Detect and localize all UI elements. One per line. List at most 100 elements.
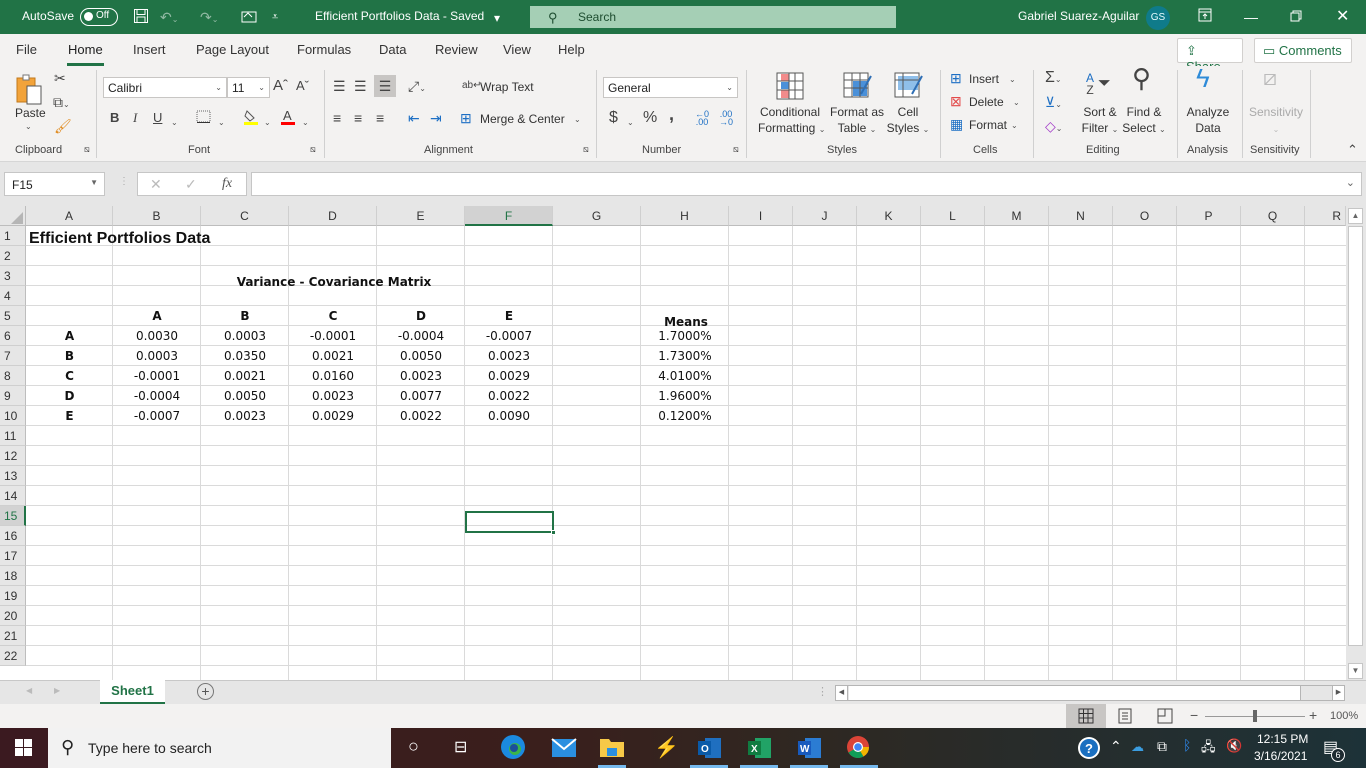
matrix-col-header[interactable]: A: [113, 306, 201, 326]
number-launcher-icon[interactable]: ⧅: [733, 144, 739, 155]
paste-dropdown-icon[interactable]: ⌄: [25, 122, 32, 131]
matrix-row-header[interactable]: E: [26, 406, 113, 426]
column-header-q[interactable]: Q: [1241, 206, 1305, 226]
expand-formula-bar-icon[interactable]: ⌄: [1346, 176, 1355, 189]
volume-muted-icon[interactable]: 🔇: [1226, 738, 1242, 754]
select-all-corner[interactable]: [0, 206, 26, 226]
vertical-scrollbar[interactable]: ▲ ▼: [1346, 206, 1366, 680]
windows-start-icon[interactable]: [15, 739, 32, 761]
analyze-data-icon[interactable]: ϟ: [1196, 65, 1210, 91]
row-header-5[interactable]: 5: [0, 306, 26, 326]
column-header-l[interactable]: L: [921, 206, 985, 226]
search-box[interactable]: ⚲ Search: [530, 6, 896, 28]
find-select-button[interactable]: Find & Select ⌄: [1122, 104, 1166, 138]
matrix-cell[interactable]: 0.0023: [201, 406, 289, 426]
merge-center-icon[interactable]: ⊞: [460, 110, 472, 126]
show-hidden-icons[interactable]: ⌃: [1110, 738, 1122, 755]
edge-icon[interactable]: [500, 734, 526, 765]
font-color-dropdown-icon[interactable]: ⌄: [302, 115, 309, 131]
matrix-col-header[interactable]: D: [377, 306, 465, 326]
column-header-b[interactable]: B: [113, 206, 201, 226]
matrix-cell[interactable]: 0.0023: [465, 346, 553, 366]
row-header-10[interactable]: 10: [0, 406, 26, 426]
row-header-4[interactable]: 4: [0, 286, 26, 306]
worksheet-grid[interactable]: ABCDEFGHIJKLMNOPQR 1 2 3 4 5 6 7 8 9 10 11 12 13 14 15…: [0, 206, 1366, 686]
column-header-m[interactable]: M: [985, 206, 1049, 226]
restore-icon[interactable]: [1290, 8, 1302, 26]
matrix-col-header[interactable]: B: [201, 306, 289, 326]
onedrive-icon[interactable]: ☁: [1131, 739, 1144, 755]
row-header-21[interactable]: 21: [0, 626, 26, 646]
top-align-icon[interactable]: ☰: [333, 78, 346, 94]
zoom-out-icon[interactable]: −: [1190, 707, 1198, 723]
row-header-1[interactable]: 1: [0, 226, 26, 246]
matrix-row-header[interactable]: B: [26, 346, 113, 366]
row-header-20[interactable]: 20: [0, 606, 26, 626]
matrix-cell[interactable]: 0.0050: [377, 346, 465, 366]
font-color-icon[interactable]: A: [280, 108, 296, 129]
font-launcher-icon[interactable]: ⧅: [310, 144, 316, 155]
matrix-col-header[interactable]: E: [465, 306, 553, 326]
column-header-e[interactable]: E: [377, 206, 465, 226]
format-cells-button[interactable]: Format: [969, 118, 1007, 132]
fill-handle[interactable]: [551, 530, 556, 535]
wrap-text-icon[interactable]: ab↵: [462, 78, 482, 94]
name-box-dropdown-icon[interactable]: ▼: [90, 178, 98, 187]
font-size-select[interactable]: 11 ⌄: [227, 77, 270, 98]
merge-dropdown-icon[interactable]: ⌄: [574, 115, 581, 124]
collapse-ribbon-icon[interactable]: ⌃: [1347, 142, 1358, 158]
next-sheet-icon[interactable]: ▶: [54, 686, 60, 695]
increase-font-size-icon[interactable]: Aˆ: [273, 78, 288, 94]
matrix-cell[interactable]: 0.0021: [201, 366, 289, 386]
tab-help[interactable]: Help: [558, 42, 585, 57]
underline-button[interactable]: U: [153, 110, 162, 126]
clock-date[interactable]: 3/16/2021: [1254, 749, 1307, 763]
bold-button[interactable]: B: [110, 110, 119, 126]
borders-icon[interactable]: [196, 110, 212, 127]
find-select-icon[interactable]: ⚲: [1132, 63, 1151, 93]
row-header-9[interactable]: 9: [0, 386, 26, 406]
matrix-cell[interactable]: 0.0050: [201, 386, 289, 406]
user-name[interactable]: Gabriel Suarez-Aguilar: [1018, 9, 1139, 23]
task-view-icon[interactable]: ⊟: [454, 737, 467, 757]
format-cells-icon[interactable]: ▦: [950, 116, 963, 132]
orientation-icon[interactable]: ⤢⌄: [408, 78, 426, 97]
save-icon[interactable]: [133, 8, 149, 28]
normal-view-button[interactable]: [1066, 704, 1106, 728]
name-box[interactable]: F15 ▼: [4, 172, 105, 196]
column-header-r[interactable]: R: [1305, 206, 1346, 226]
outlook-icon[interactable]: O: [697, 736, 723, 765]
fill-color-icon[interactable]: [243, 108, 259, 129]
matrix-cell[interactable]: 0.0003: [113, 346, 201, 366]
active-cell-selection[interactable]: [465, 511, 556, 535]
formula-input[interactable]: ⌄: [251, 172, 1362, 196]
sort-filter-icon[interactable]: AZ: [1086, 72, 1094, 96]
tab-split-handle[interactable]: ⋮: [817, 685, 828, 698]
align-left-icon[interactable]: ≡: [333, 110, 341, 126]
paste-label[interactable]: Paste: [15, 106, 46, 120]
tab-view[interactable]: View: [503, 42, 531, 57]
chrome-icon[interactable]: [846, 735, 870, 764]
bottom-align-icon[interactable]: ☰: [374, 75, 396, 97]
touch-mode-icon[interactable]: [240, 8, 258, 28]
column-header-o[interactable]: O: [1113, 206, 1177, 226]
matrix-row-header[interactable]: D: [26, 386, 113, 406]
tab-home[interactable]: Home: [67, 42, 104, 66]
matrix-cell[interactable]: 0.0023: [377, 366, 465, 386]
horizontal-scroll-thumb[interactable]: [849, 686, 1301, 700]
customize-toolbar-icon[interactable]: ⩡: [272, 8, 278, 26]
decrease-font-size-icon[interactable]: Aˇ: [296, 78, 309, 94]
document-title[interactable]: Efficient Portfolios Data - Saved: [315, 9, 484, 23]
app-icon[interactable]: ⚡: [654, 735, 679, 760]
align-center-icon[interactable]: ≡: [354, 110, 362, 126]
ribbon-display-options-icon[interactable]: [1198, 8, 1212, 26]
scroll-down-icon[interactable]: ▼: [1348, 663, 1363, 679]
means-cell[interactable]: 1.9600%: [641, 386, 729, 406]
borders-dropdown-icon[interactable]: ⌄: [218, 115, 225, 131]
row-header-17[interactable]: 17: [0, 546, 26, 566]
matrix-cell[interactable]: 0.0029: [289, 406, 377, 426]
format-as-table-icon[interactable]: [843, 72, 873, 103]
share-button[interactable]: ⇪ Share: [1177, 38, 1243, 74]
confirm-entry-icon[interactable]: ✓: [185, 176, 197, 193]
cell-styles-icon[interactable]: [894, 72, 924, 103]
